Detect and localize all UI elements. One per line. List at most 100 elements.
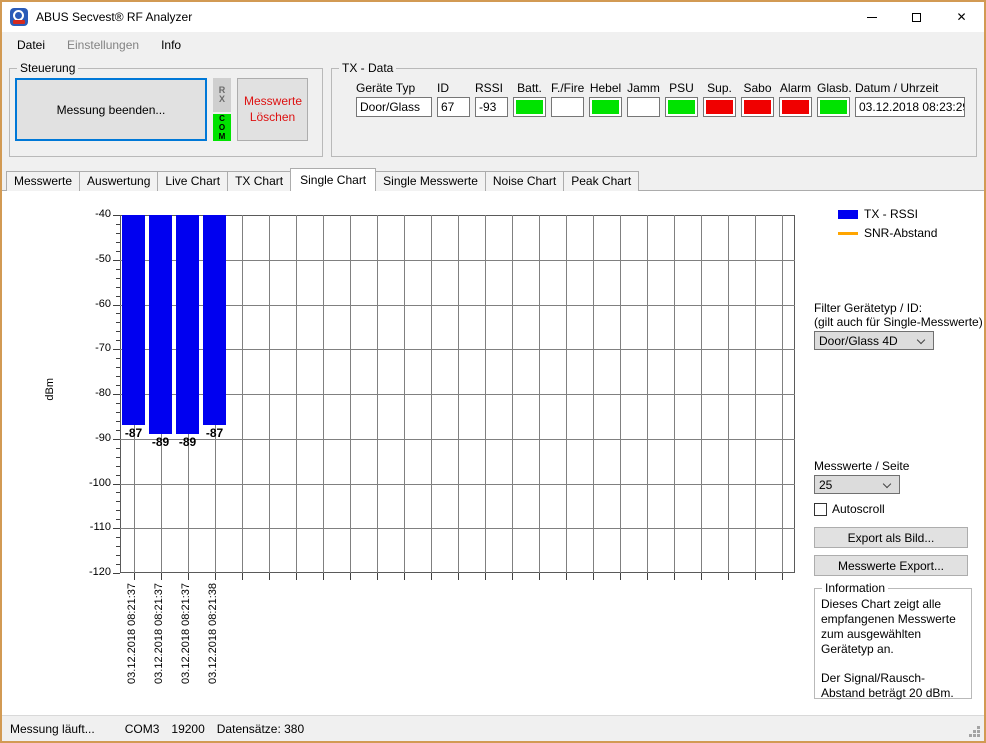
status-fill-red [744,100,771,114]
status-fill-red [706,100,733,114]
status-fill-red [782,100,809,114]
x-gridline [620,215,621,573]
tx-status-box [627,97,660,117]
resize-grip[interactable] [977,734,980,737]
y-minor-tick [116,251,120,252]
tx-status-box [779,97,812,117]
x-tick [242,573,243,580]
tab-tx-chart[interactable]: TX Chart [227,171,291,191]
x-tick [512,573,513,580]
x-tick [701,573,702,580]
tab-strip: MesswerteAuswertungLive ChartTX ChartSin… [2,168,984,191]
tab-messwerte[interactable]: Messwerte [6,171,80,191]
information-paragraph: Der Signal/Rausch-Abstand beträgt 20 dBm… [821,671,965,701]
per-page-select[interactable]: 25 [814,475,900,494]
clear-measurements-button[interactable]: Messwerte Löschen [237,78,308,141]
y-tick-label: -40 [73,208,111,220]
y-tick-label: -60 [73,298,111,310]
maximize-button[interactable] [894,2,939,32]
y-minor-tick [116,403,120,404]
tx-field-glasb: Glasb. [817,81,850,117]
tab-live-chart[interactable]: Live Chart [157,171,228,191]
x-tick [134,573,135,580]
tab-peak-chart[interactable]: Peak Chart [563,171,639,191]
tab-single-messwerte[interactable]: Single Messwerte [375,171,486,191]
checkbox-box [814,503,827,516]
tx-field-value: 67 [437,97,470,117]
y-minor-tick [116,501,120,502]
maximize-icon [912,13,921,22]
y-minor-tick [116,367,120,368]
x-gridline [269,215,270,573]
y-minor-tick [116,555,120,556]
tx-status-box [741,97,774,117]
x-tick [593,573,594,580]
tab-single-chart[interactable]: Single Chart [290,168,376,191]
steuerung-group: Steuerung Messung beenden... RX COM Mess… [9,61,323,157]
y-minor-tick [116,340,120,341]
autoscroll-checkbox[interactable]: Autoscroll [814,502,885,516]
y-tick-label: -120 [73,566,111,578]
x-category-label: 03.12.2018 08:21:37 [153,583,165,684]
y-minor-tick [116,537,120,538]
rssi-bar [176,215,199,434]
x-tick [161,573,162,580]
export-image-button[interactable]: Export als Bild... [814,527,968,548]
tx-field-label: Batt. [513,81,546,96]
tx-field-label: RSSI [475,81,508,96]
x-tick [404,573,405,580]
chevron-down-icon [917,336,925,344]
x-category-label: 03.12.2018 08:21:38 [207,583,219,684]
autoscroll-label: Autoscroll [832,502,885,516]
status-bar: Messung läuft... COM3 19200 Datensätze: … [2,715,984,741]
status-fill-green [668,100,695,114]
tx-status-box [817,97,850,117]
x-gridline [755,215,756,573]
tab-page-single-chart: -40-50-60-70-80-90-100-110-120-8703.12.2… [2,190,984,715]
x-gridline [512,215,513,573]
x-tick [296,573,297,580]
tab-noise-chart[interactable]: Noise Chart [485,171,564,191]
y-tick-label: -90 [73,432,111,444]
y-minor-tick [116,492,120,493]
stop-measurement-button[interactable]: Messung beenden... [15,78,207,141]
y-minor-tick [116,519,120,520]
tx-field-gertetyp: Geräte TypDoor/Glass [356,81,432,117]
window-title: ABUS Secvest® RF Analyzer [36,10,192,24]
minimize-button[interactable] [849,2,894,32]
status-fill-green [820,100,847,114]
y-minor-tick [116,376,120,377]
window-controls: ✕ [849,2,984,32]
y-minor-tick [116,448,120,449]
tx-field-label: Glasb. [817,81,850,96]
x-category-label: 03.12.2018 08:21:37 [126,583,138,684]
x-tick [431,573,432,580]
filter-sublabel: (gilt auch für Single-Messwerte) [814,315,983,329]
y-minor-tick [116,278,120,279]
tx-field-alarm: Alarm [779,81,812,117]
tx-field-label: Sabo [741,81,774,96]
menu-item-datei[interactable]: Datei [6,34,56,56]
y-minor-tick [116,466,120,467]
export-data-button[interactable]: Messwerte Export... [814,555,968,576]
legend-box-swatch [838,210,858,219]
close-button[interactable]: ✕ [939,2,984,32]
y-minor-tick [116,421,120,422]
y-major-tick [113,349,120,350]
x-gridline [431,215,432,573]
tx-data-group-title: TX - Data [339,61,396,75]
x-tick [188,573,189,580]
y-minor-tick [116,546,120,547]
baud-rate: 19200 [171,722,204,736]
y-minor-tick [116,475,120,476]
tx-field-label: PSU [665,81,698,96]
y-minor-tick [116,358,120,359]
tab-auswertung[interactable]: Auswertung [79,171,158,191]
status-fill-white [554,100,581,114]
filter-device-select[interactable]: Door/Glass 4D [814,331,934,350]
x-tick [215,573,216,580]
x-tick [539,573,540,580]
menu-item-info[interactable]: Info [150,34,192,56]
menu-item-einstellungen: Einstellungen [56,34,150,56]
y-minor-tick [116,331,120,332]
